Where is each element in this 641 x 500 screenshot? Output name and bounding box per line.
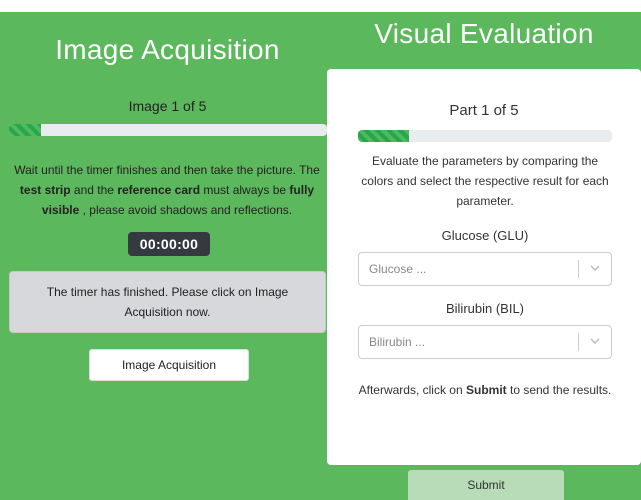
image-progress-fill <box>9 124 41 136</box>
evaluation-instructions: Evaluate the parameters by comparing the… <box>361 154 609 208</box>
image-instructions: Wait until the timer finishes and then t… <box>4 160 330 220</box>
glucose-select[interactable]: Glucose ... <box>358 252 612 286</box>
instructions-bold-test-strip: test strip <box>19 183 71 197</box>
submit-button[interactable]: Submit <box>408 470 564 500</box>
bilirubin-select[interactable]: Bilirubin ... <box>358 325 612 359</box>
image-acquisition-title: Image Acquisition <box>55 34 280 65</box>
bilirubin-label: Bilirubin (BIL) <box>445 301 525 316</box>
after-text-1: Afterwards, click on <box>358 383 466 397</box>
select-separator <box>578 333 579 351</box>
select-separator <box>578 260 579 278</box>
instructions-text-1: Wait until the timer finishes and then t… <box>14 163 320 177</box>
instructions-text-3: must always be <box>200 183 290 197</box>
instructions-text-4: , please avoid shadows and reflections. <box>79 203 293 217</box>
image-progress-bar <box>9 124 327 136</box>
timer-finished-alert: The timer has finished. Please click on … <box>9 271 326 333</box>
image-acquisition-button[interactable]: Image Acquisition <box>89 349 249 381</box>
after-text-2: to send the results. <box>506 383 612 397</box>
part-progress-bar <box>358 130 612 142</box>
glucose-label: Glucose (GLU) <box>441 228 529 243</box>
instructions-text-2: and the <box>70 183 118 197</box>
chevron-down-icon <box>590 265 600 271</box>
chevron-down-icon <box>590 338 600 344</box>
timer-display: 00:00:00 <box>128 232 210 256</box>
part-counter: Part 1 of 5 <box>449 102 519 119</box>
submit-instructions: Afterwards, click on Submit to send the … <box>358 380 612 400</box>
part-progress-fill <box>358 130 409 142</box>
alert-text: The timer has finished. Please click on … <box>46 285 289 319</box>
instructions-bold-reference-card: reference card <box>117 183 201 197</box>
bilirubin-select-placeholder: Bilirubin ... <box>369 335 426 349</box>
after-bold-submit: Submit <box>465 383 507 397</box>
image-counter: Image 1 of 5 <box>128 98 207 114</box>
glucose-select-placeholder: Glucose ... <box>369 262 427 276</box>
visual-evaluation-title: Visual Evaluation <box>374 18 594 49</box>
